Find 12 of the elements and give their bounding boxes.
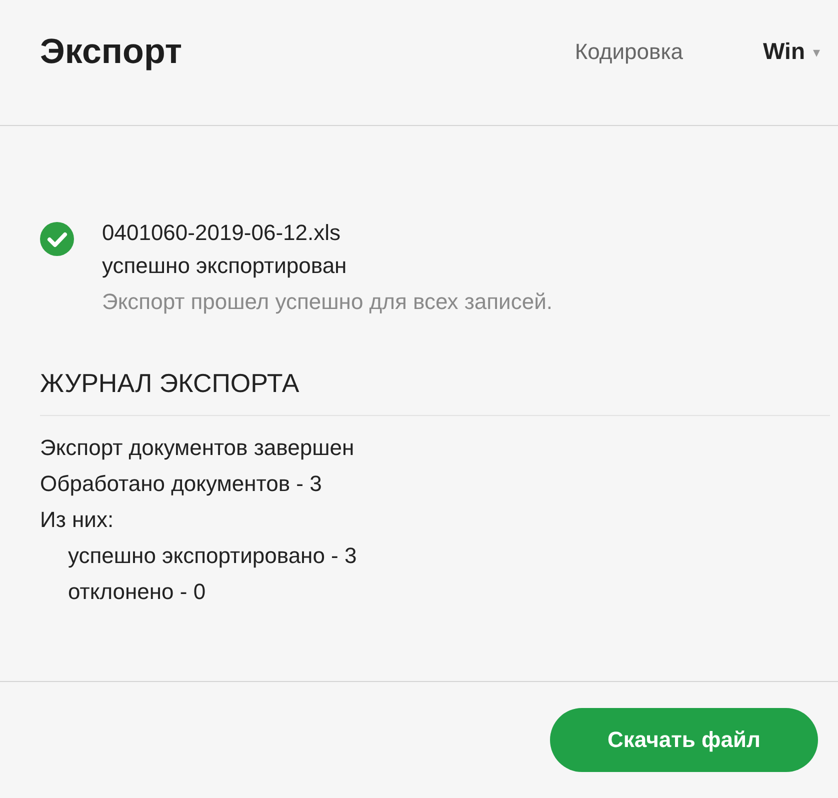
log-title: ЖУРНАЛ ЭКСПОРТА: [40, 367, 300, 400]
encoding-dropdown[interactable]: Win ▾: [763, 38, 820, 65]
status-message: Экспорт прошел успешно для всех записей.: [102, 288, 552, 316]
log-line: Экспорт документов завершен: [40, 434, 356, 462]
file-name: 0401060-2019-06-12.xls: [102, 219, 342, 247]
dialog-title: Экспорт: [40, 32, 183, 72]
status-text: успешно экспортирован: [102, 252, 348, 280]
encoding-label: Кодировка: [574, 38, 684, 64]
log-line: отклонено - 0: [67, 578, 207, 606]
log-line: Из них:: [40, 506, 115, 534]
log-line: Обработано документов - 3: [40, 470, 323, 498]
log-line: успешно экспортировано - 3: [67, 542, 358, 570]
